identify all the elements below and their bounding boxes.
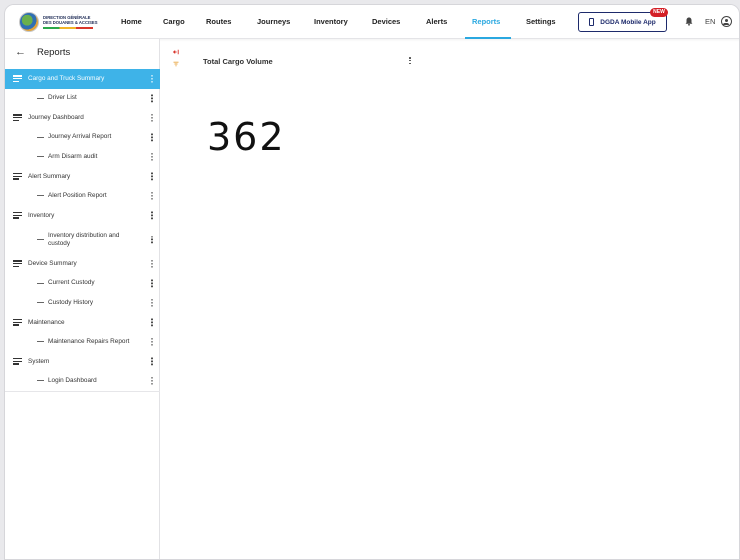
report-content: Total Cargo Volume 362 bbox=[161, 39, 739, 559]
report-item-alert-position-report[interactable]: Alert Position Report bbox=[5, 186, 160, 206]
top-navigation-bar: DIRECTION GÉNÉRALE DES DOUANES & ACCISES… bbox=[5, 5, 739, 39]
report-item-label: Inventory distribution and custody bbox=[48, 231, 120, 247]
nav-reports[interactable]: Reports bbox=[472, 5, 500, 39]
dash-icon bbox=[37, 195, 44, 197]
report-group-inventory[interactable]: Inventory bbox=[5, 206, 160, 226]
report-item-label: Arm Disarm audit bbox=[48, 152, 98, 160]
more-options-icon[interactable] bbox=[151, 260, 153, 268]
nav-settings[interactable]: Settings bbox=[526, 5, 556, 39]
dash-icon bbox=[37, 282, 44, 284]
dash-icon bbox=[37, 156, 44, 158]
dash-icon bbox=[37, 239, 44, 240]
report-item-journey-arrival-report[interactable]: Journey Arrival Report bbox=[5, 128, 160, 148]
report-item-label: Alert Position Report bbox=[48, 191, 107, 199]
nav-alerts[interactable]: Alerts bbox=[426, 5, 447, 39]
report-group-alert-summary[interactable]: Alert Summary bbox=[5, 167, 160, 187]
app-window: DIRECTION GÉNÉRALE DES DOUANES & ACCISES… bbox=[4, 4, 740, 560]
more-options-icon[interactable] bbox=[151, 299, 153, 307]
arrow-left-icon[interactable]: ← bbox=[15, 46, 27, 58]
dash-icon bbox=[37, 302, 44, 304]
language-selector[interactable]: EN bbox=[705, 5, 715, 39]
more-options-icon[interactable] bbox=[151, 279, 153, 287]
report-item-arm-disarm-audit[interactable]: Arm Disarm audit bbox=[5, 147, 160, 167]
more-options-icon[interactable] bbox=[151, 318, 153, 326]
report-group-label: Cargo and Truck Summary bbox=[28, 75, 105, 83]
bell-icon[interactable] bbox=[685, 17, 693, 26]
more-options-icon[interactable] bbox=[151, 377, 153, 385]
sidebar-header: ← Reports bbox=[5, 39, 160, 65]
widget-title: Total Cargo Volume bbox=[203, 57, 273, 66]
report-item-label: Driver List bbox=[48, 94, 77, 102]
list-icon bbox=[13, 318, 22, 326]
more-options-icon[interactable] bbox=[151, 192, 153, 200]
report-item-login-dashboard[interactable]: Login Dashboard bbox=[5, 371, 160, 391]
more-options-icon[interactable] bbox=[409, 57, 411, 65]
nav-home[interactable]: Home bbox=[121, 5, 142, 39]
nav-cargo[interactable]: Cargo bbox=[163, 5, 185, 39]
more-options-icon[interactable] bbox=[151, 235, 153, 244]
more-options-icon[interactable] bbox=[151, 172, 153, 180]
dash-icon bbox=[37, 97, 44, 99]
list-icon bbox=[13, 75, 22, 83]
phone-icon bbox=[589, 18, 595, 26]
more-options-icon[interactable] bbox=[151, 94, 153, 102]
logo-color-bar bbox=[43, 27, 93, 29]
dash-icon bbox=[37, 380, 44, 382]
report-group-device-summary[interactable]: Device Summary bbox=[5, 254, 160, 274]
report-item-label: Login Dashboard bbox=[48, 376, 97, 384]
filter-icon[interactable] bbox=[173, 61, 179, 67]
more-options-icon[interactable] bbox=[151, 338, 153, 346]
report-group-label: Maintenance bbox=[28, 318, 65, 326]
more-options-icon[interactable] bbox=[151, 75, 153, 83]
list-icon bbox=[13, 211, 22, 219]
dgda-emblem-icon bbox=[19, 12, 39, 32]
list-icon bbox=[13, 172, 22, 180]
report-group-label: Journey Dashboard bbox=[28, 114, 84, 122]
new-badge: NEW bbox=[650, 8, 668, 17]
report-item-custody-history[interactable]: Custody History bbox=[5, 293, 160, 313]
report-group-cargo-and-truck-summary[interactable]: Cargo and Truck Summary bbox=[5, 69, 160, 89]
nav-routes[interactable]: Routes bbox=[206, 5, 231, 39]
more-options-icon[interactable] bbox=[151, 357, 153, 365]
report-item-label: Current Custody bbox=[48, 279, 95, 287]
dash-icon bbox=[37, 136, 44, 138]
mobile-app-button-label: DGDA Mobile App bbox=[600, 18, 656, 26]
logo-line-2: DES DOUANES & ACCISES bbox=[43, 20, 98, 25]
more-options-icon[interactable] bbox=[151, 114, 153, 122]
report-group-label: Alert Summary bbox=[28, 172, 71, 180]
reports-sidebar: ← Reports Cargo and Truck Summary Driver… bbox=[5, 39, 160, 559]
nav-journeys[interactable]: Journeys bbox=[257, 5, 290, 39]
report-item-label: Maintenance Repairs Report bbox=[48, 337, 130, 345]
dgda-logo[interactable]: DIRECTION GÉNÉRALE DES DOUANES & ACCISES bbox=[19, 11, 115, 33]
report-menu: Cargo and Truck Summary Driver List Jour… bbox=[5, 69, 160, 391]
report-group-label: Device Summary bbox=[28, 260, 77, 268]
report-item-label: Journey Arrival Report bbox=[48, 133, 112, 141]
report-item-inventory-distribution-and-custody[interactable]: Inventory distribution and custody bbox=[5, 225, 160, 254]
report-item-driver-list[interactable]: Driver List bbox=[5, 89, 160, 109]
more-options-icon[interactable] bbox=[151, 133, 153, 141]
report-group-system[interactable]: System bbox=[5, 352, 160, 372]
dash-icon bbox=[37, 341, 44, 343]
sidebar-title: Reports bbox=[37, 46, 71, 58]
nav-inventory[interactable]: Inventory bbox=[314, 5, 348, 39]
collapse-sidebar-icon[interactable] bbox=[173, 49, 179, 55]
more-options-icon[interactable] bbox=[151, 153, 153, 161]
report-group-maintenance[interactable]: Maintenance bbox=[5, 313, 160, 333]
report-group-label: Inventory bbox=[28, 211, 55, 219]
nav-devices[interactable]: Devices bbox=[372, 5, 400, 39]
more-options-icon[interactable] bbox=[151, 211, 153, 219]
report-group-label: System bbox=[28, 357, 50, 365]
list-icon bbox=[13, 114, 22, 122]
report-item-maintenance-repairs-report[interactable]: Maintenance Repairs Report bbox=[5, 332, 160, 352]
user-circle-icon[interactable] bbox=[721, 16, 732, 27]
kpi-value: 362 bbox=[207, 115, 286, 159]
report-group-journey-dashboard[interactable]: Journey Dashboard bbox=[5, 108, 160, 128]
list-icon bbox=[13, 260, 22, 268]
report-item-current-custody[interactable]: Current Custody bbox=[5, 274, 160, 294]
report-item-label: Custody History bbox=[48, 298, 94, 306]
logo-text: DIRECTION GÉNÉRALE DES DOUANES & ACCISES bbox=[43, 15, 98, 29]
list-icon bbox=[13, 357, 22, 365]
sidebar-divider bbox=[5, 391, 160, 392]
